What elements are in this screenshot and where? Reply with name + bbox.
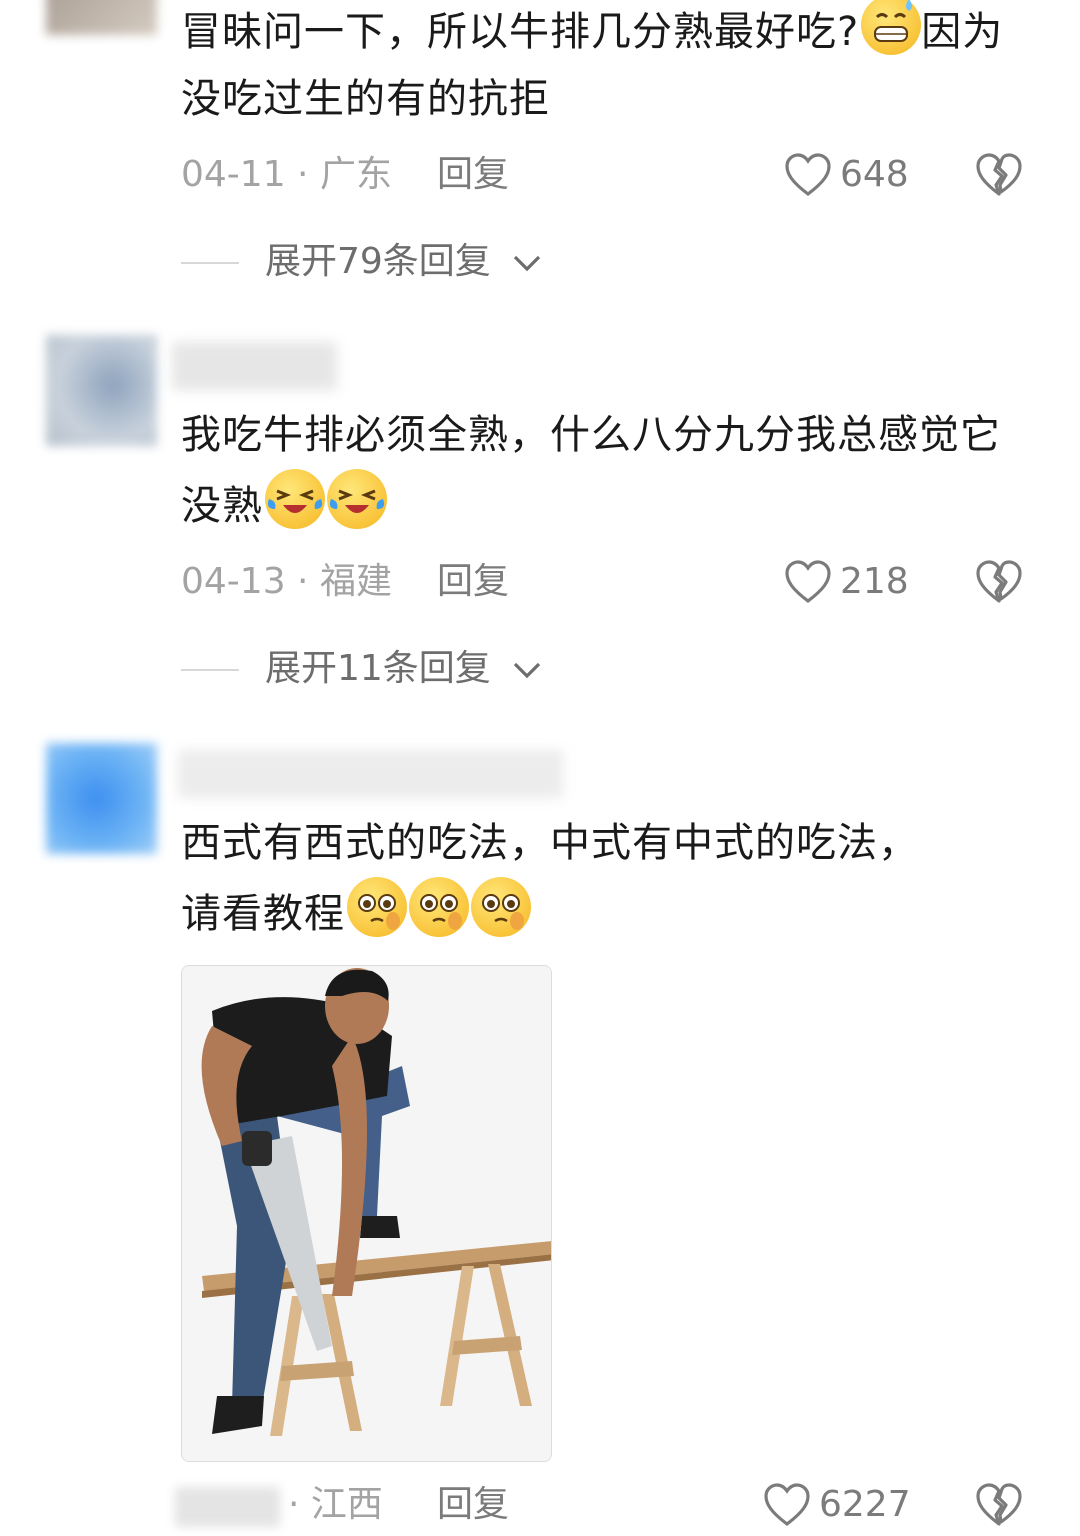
username[interactable]: [178, 750, 563, 798]
divider-line: [181, 262, 239, 264]
comment-date: 04-11: [181, 154, 286, 195]
broken-heart-icon: [976, 153, 1022, 196]
pleading-face-icon: [409, 877, 469, 937]
chevron-down-icon: [513, 662, 541, 679]
comment-text: 冒昧问一下，所以牛排几分熟最好吃? 因为没吃过生的有的抗拒: [181, 0, 1041, 133]
pleading-face-icon: [347, 877, 407, 937]
comment-image[interactable]: [181, 965, 552, 1462]
laugh-crying-icon: [265, 469, 325, 529]
heart-icon: [785, 560, 831, 604]
like-button[interactable]: 218: [784, 557, 909, 607]
comment-text: 西式有西式的吃法，中式有中式的吃法， 请看教程: [181, 820, 919, 937]
broken-heart-icon: [976, 560, 1022, 603]
reply-button[interactable]: 回复: [437, 150, 509, 200]
comment-meta: 04-13 · 福建 回复 218: [181, 557, 1041, 607]
heart-icon: [764, 1483, 810, 1527]
like-count: 6227: [819, 1484, 911, 1525]
avatar[interactable]: [46, 0, 157, 35]
chevron-down-icon: [513, 255, 541, 272]
expand-replies-button[interactable]: 展开79条回复: [181, 237, 681, 287]
like-count: 218: [840, 561, 909, 602]
laugh-crying-icon: [327, 469, 387, 529]
grin-sweat-icon: [861, 0, 922, 55]
like-count: 648: [840, 154, 909, 195]
man-sawing-plank-photo: [182, 966, 551, 1461]
like-button[interactable]: 648: [784, 150, 909, 200]
dislike-button[interactable]: [975, 150, 1023, 200]
avatar[interactable]: [46, 335, 157, 446]
expand-replies-button[interactable]: 展开11条回复: [181, 644, 681, 694]
comment-meta: 04-11 · 广东 回复 648: [181, 150, 1041, 200]
reply-button[interactable]: 回复: [437, 557, 509, 607]
dislike-button[interactable]: [975, 557, 1023, 607]
like-button[interactable]: 6227: [763, 1480, 911, 1530]
comment-meta: · 江西 回复 6227: [181, 1480, 1041, 1530]
broken-heart-icon: [976, 1483, 1022, 1526]
comment-location: 广东: [319, 154, 392, 195]
username[interactable]: [172, 342, 337, 390]
comment-location: 江西: [310, 1484, 383, 1525]
dislike-button[interactable]: [975, 1480, 1023, 1530]
comment-text: 我吃牛排必须全熟，什么八分九分我总感觉它没熟: [181, 412, 1001, 529]
divider-line: [181, 669, 239, 671]
comment-location: 福建: [319, 561, 392, 602]
heart-icon: [785, 153, 831, 197]
avatar[interactable]: [46, 743, 157, 854]
comment-date: 04-13: [181, 561, 286, 602]
reply-button[interactable]: 回复: [437, 1480, 509, 1530]
pleading-face-icon: [471, 877, 531, 937]
